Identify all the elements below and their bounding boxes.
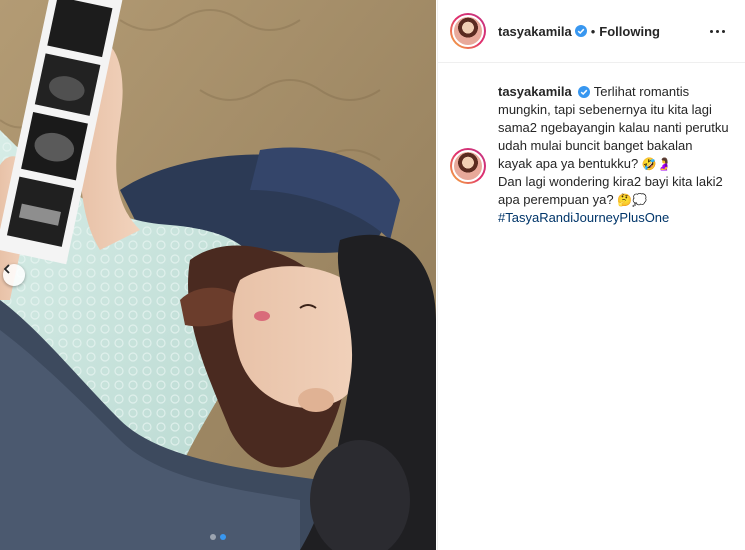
avatar-image [452,15,484,47]
caption-comment: tasyakamila Terlihat romantis mungkin, t… [438,63,745,227]
caption-username[interactable]: tasyakamila [498,84,572,99]
carousel-dot-active [220,534,226,540]
post-side-panel: tasyakamila • Following tasyakamila Terl… [437,0,745,550]
caption-avatar[interactable] [450,148,486,184]
chevron-left-icon [3,264,10,274]
following-button[interactable]: Following [599,24,660,39]
verified-badge-icon [578,86,591,98]
post-header: tasyakamila • Following [438,0,745,63]
avatar[interactable] [450,13,486,49]
caption-emoji-1: 🤣🤰 [641,157,672,171]
post-photo[interactable] [0,0,436,550]
caption-text-line2: Dan lagi wondering kira2 bayi kita laki2… [498,174,723,207]
avatar-image [452,150,484,182]
header-username[interactable]: tasyakamila [498,24,572,39]
carousel-prev-button[interactable] [3,264,25,286]
caption-emoji-2: 🤔💭 [617,193,648,207]
verified-badge-icon [574,25,587,37]
more-options-icon[interactable] [706,26,729,37]
caption-hashtag-link[interactable]: #TasyaRandiJourneyPlusOne [498,210,669,225]
caption-body: tasyakamila Terlihat romantis mungkin, t… [498,83,729,227]
username-text[interactable]: tasyakamila [498,24,572,39]
carousel-indicator [0,534,436,540]
photo-illustration [0,0,436,550]
carousel-dot [210,534,216,540]
header-separator: • [590,23,596,39]
